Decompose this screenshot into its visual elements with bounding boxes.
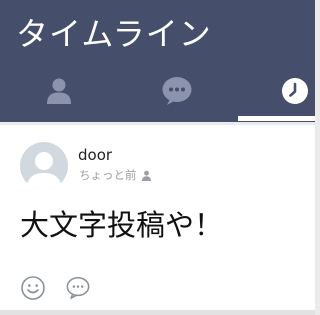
person-icon [47,78,71,104]
tab-chats[interactable] [136,62,218,120]
comment-button[interactable] [65,275,91,301]
timeline-screen: タイムライン door ちょっと前 大文字投稿や！ [0,0,315,315]
tab-friends[interactable] [18,62,100,120]
avatar[interactable] [20,142,68,190]
chat-bubble-icon [162,77,192,105]
page-title: タイムライン [16,15,212,53]
clock-icon [282,78,308,104]
next-post-edge [0,310,315,315]
like-button[interactable] [20,275,46,301]
post-body-text: 大文字投稿や！ [20,208,224,242]
post-card: door ちょっと前 大文字投稿や！ [0,125,315,310]
header-bar: タイムライン [0,0,315,122]
post-author[interactable]: door [78,146,112,164]
post-meta: ちょっと前 [79,168,152,182]
post-time: ちょっと前 [79,168,137,182]
active-tab-indicator [238,116,315,121]
tab-bar [0,62,315,120]
comment-bubble-icon [66,277,90,299]
person-small-icon [141,170,152,181]
default-avatar-icon [26,152,62,190]
tab-timeline[interactable] [260,62,320,120]
smiley-icon [21,276,45,300]
